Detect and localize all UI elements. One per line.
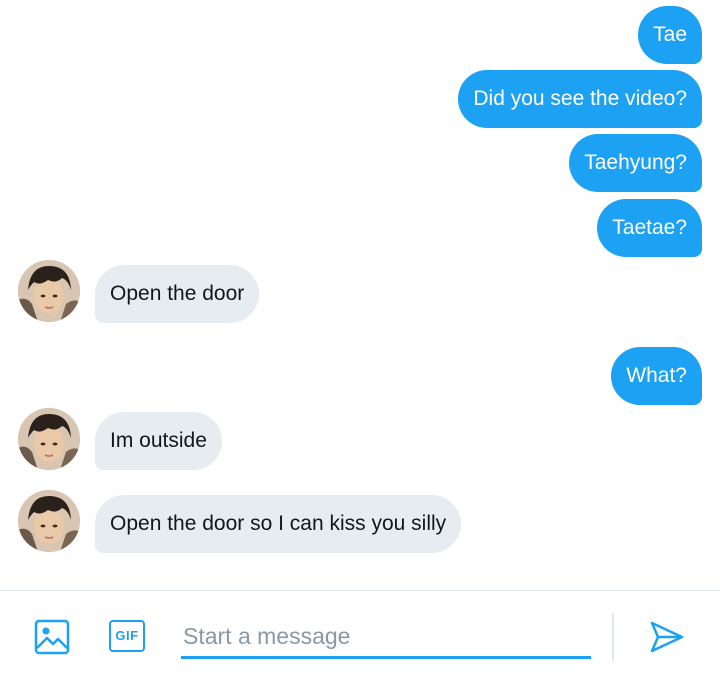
- message-composer: GIF: [0, 590, 720, 676]
- message-bubble-incoming: Open the door: [95, 265, 260, 323]
- message-bubble-outgoing: Tae: [638, 6, 702, 64]
- avatar[interactable]: [18, 408, 80, 470]
- message-bubble-outgoing: Taetae?: [597, 199, 702, 257]
- divider: [612, 613, 614, 661]
- avatar[interactable]: [18, 260, 80, 322]
- message-bubble-incoming: Im outside: [95, 412, 222, 470]
- message-bubble-outgoing: Did you see the video?: [458, 70, 702, 128]
- message-bubble-outgoing: What?: [611, 347, 702, 405]
- message-bubble-outgoing: Taehyung?: [569, 134, 702, 192]
- send-icon[interactable]: [649, 619, 685, 655]
- message-input[interactable]: [181, 617, 591, 659]
- dm-conversation: Tae Did you see the video? Taehyung? Tae…: [0, 0, 720, 676]
- gif-icon[interactable]: GIF: [109, 620, 145, 652]
- image-icon[interactable]: [34, 619, 70, 655]
- avatar[interactable]: [18, 490, 80, 552]
- message-bubble-incoming: Open the door so I can kiss you silly: [95, 495, 462, 553]
